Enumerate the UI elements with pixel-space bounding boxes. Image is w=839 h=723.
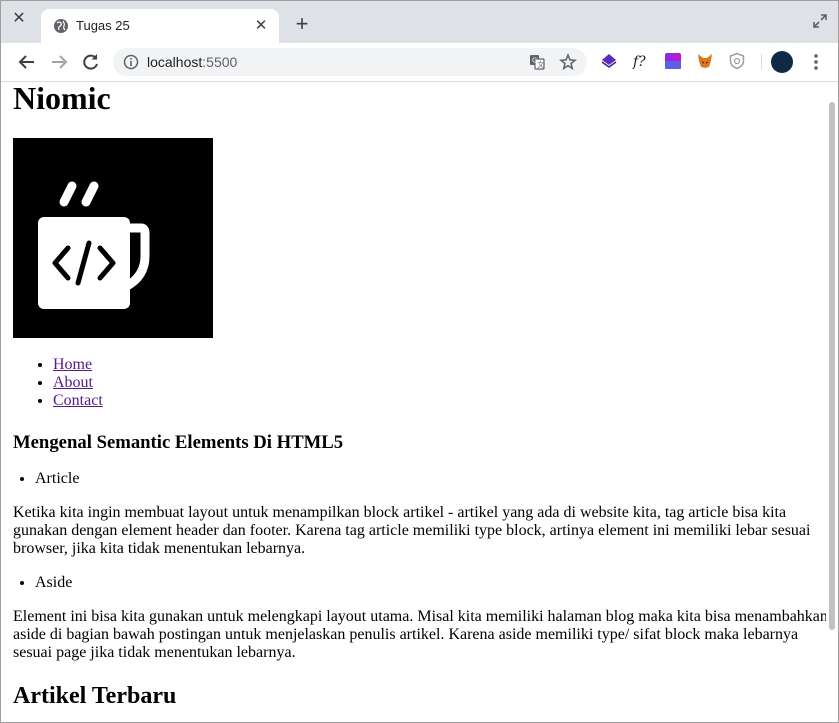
tab-strip: ✕ Tugas 25 ✕ + xyxy=(1,1,838,43)
svg-text:f?: f? xyxy=(632,54,646,70)
tab-title: Tugas 25 xyxy=(76,18,130,33)
function-extension-icon[interactable]: f? xyxy=(632,52,650,70)
browser-tab[interactable]: Tugas 25 ✕ xyxy=(41,9,279,43)
tab-close-icon[interactable]: ✕ xyxy=(253,18,269,34)
stack-extension-icon[interactable] xyxy=(600,52,618,70)
section-label-article: Article xyxy=(35,470,79,488)
latest-articles-heading: Artikel Terbaru xyxy=(13,683,177,709)
browser-toolbar: localhost:5500 G 文 f? xyxy=(1,43,838,82)
nav-item-about: About xyxy=(53,374,103,392)
main-nav: Home About Contact xyxy=(13,356,103,410)
reload-icon[interactable] xyxy=(81,52,101,72)
svg-text:文: 文 xyxy=(537,60,544,69)
section-list-article: Article xyxy=(13,470,79,488)
maximize-icon[interactable] xyxy=(812,13,828,29)
nav-link-home[interactable]: Home xyxy=(53,356,92,373)
page-viewport: Niomic Home About Contact Mengenal Seman… xyxy=(1,82,838,722)
url-text: localhost:5500 xyxy=(147,54,237,70)
scroll-thumb[interactable] xyxy=(829,102,835,630)
coffee-mug-icon xyxy=(38,181,150,309)
coffee-code-logo xyxy=(13,138,213,338)
back-icon[interactable] xyxy=(17,52,37,72)
url-port: :5500 xyxy=(202,54,238,70)
translate-icon[interactable]: G 文 xyxy=(529,54,545,70)
star-icon[interactable] xyxy=(559,53,577,71)
gradient-extension-icon[interactable] xyxy=(664,52,682,70)
article-title: Mengenal Semantic Elements Di HTML5 xyxy=(13,432,344,453)
address-bar[interactable]: localhost:5500 G 文 xyxy=(113,48,587,76)
nav-item-home: Home xyxy=(53,356,103,374)
avatar[interactable] xyxy=(771,51,793,73)
section-list-aside: Aside xyxy=(13,574,72,592)
nav-link-about[interactable]: About xyxy=(53,374,93,391)
kebab-menu-icon[interactable] xyxy=(809,52,823,72)
nav-item-contact: Contact xyxy=(53,392,103,410)
fox-extension-icon[interactable] xyxy=(696,52,714,70)
article-paragraph: Ketika kita ingin membuat layout untuk m… xyxy=(13,504,811,557)
close-icon[interactable]: ✕ xyxy=(10,10,28,28)
globe-icon xyxy=(54,19,68,33)
forward-icon[interactable] xyxy=(49,52,69,72)
shield-extension-icon[interactable] xyxy=(728,52,746,70)
toolbar-divider xyxy=(761,54,762,70)
url-host: localhost xyxy=(147,54,203,70)
page-scrollbar[interactable] xyxy=(826,82,838,722)
aside-paragraph: Element ini bisa kita gunakan untuk mele… xyxy=(13,608,828,661)
info-icon[interactable] xyxy=(123,54,139,70)
section-label-aside: Aside xyxy=(35,574,72,592)
nav-link-contact[interactable]: Contact xyxy=(53,392,103,409)
browser-window: ✕ Tugas 25 ✕ + localhost:5500 G 文 f? Nio… xyxy=(0,0,839,723)
site-title: Niomic xyxy=(13,82,111,116)
plus-icon[interactable]: + xyxy=(292,13,312,35)
